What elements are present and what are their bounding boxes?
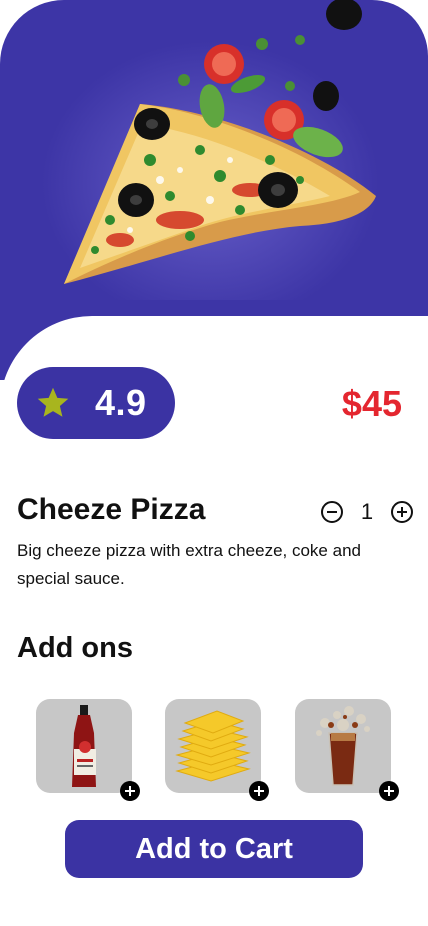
product-name: Cheeze Pizza: [17, 493, 206, 526]
quantity-stepper: 1: [320, 498, 414, 526]
rating-badge: 4.9: [17, 367, 175, 439]
add-to-cart-button[interactable]: Add to Cart: [65, 820, 363, 878]
rating-value: 4.9: [95, 382, 147, 423]
plus-icon[interactable]: [249, 781, 269, 801]
quantity-value: 1: [360, 499, 374, 524]
addon-item-ketchup[interactable]: [36, 699, 140, 801]
product-price: $45: [341, 383, 402, 424]
star-icon: [37, 387, 69, 417]
cheese-slices-image: [175, 710, 251, 782]
product-description: Big cheeze pizza with extra cheeze, coke…: [17, 541, 361, 588]
addons-title: Add ons: [17, 632, 133, 664]
plus-circle-icon[interactable]: [390, 500, 414, 524]
minus-circle-icon[interactable]: [320, 500, 344, 524]
addon-item-cola[interactable]: [295, 699, 399, 801]
plus-icon[interactable]: [120, 781, 140, 801]
ketchup-bottle-image: [72, 705, 96, 787]
addon-item-cheese[interactable]: [165, 699, 269, 801]
cola-glass-image: [316, 706, 370, 786]
plus-icon[interactable]: [379, 781, 399, 801]
